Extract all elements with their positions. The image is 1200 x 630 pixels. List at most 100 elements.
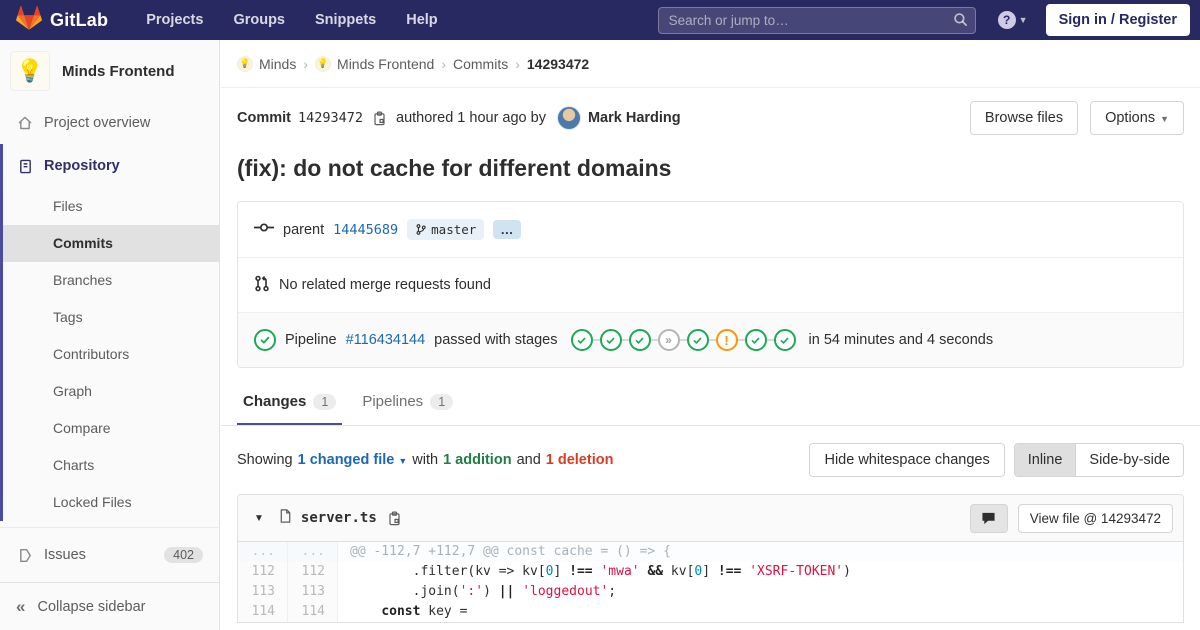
- navbar-link-projects[interactable]: Projects: [146, 12, 203, 28]
- pipeline-stage-success-icon[interactable]: [628, 329, 651, 351]
- navbar-link-snippets[interactable]: Snippets: [315, 12, 376, 28]
- file-name[interactable]: server.ts: [301, 510, 377, 526]
- sidebar-item-project-overview[interactable]: Project overview: [0, 102, 219, 144]
- file-icon: [278, 508, 293, 529]
- changed-files-dropdown[interactable]: 1 changed file ▼: [298, 452, 408, 468]
- sidebar-item-locked-files[interactable]: Locked Files: [3, 484, 219, 521]
- sidebar-item-graph[interactable]: Graph: [3, 373, 219, 410]
- tab-count-badge: 1: [430, 393, 454, 410]
- copy-sha-button[interactable]: [370, 111, 389, 126]
- options-dropdown-button[interactable]: Options ▼: [1090, 101, 1184, 135]
- view-mode-toggle: Inline Side-by-side: [1013, 443, 1184, 477]
- breadcrumb-item-commits[interactable]: Commits: [453, 56, 508, 72]
- tab-changes[interactable]: Changes 1: [237, 382, 343, 425]
- sidebar-item-commits[interactable]: Commits: [3, 225, 219, 262]
- breadcrumb-item-minds[interactable]: 💡 Minds: [237, 55, 296, 72]
- caret-down-icon: ▼: [1160, 114, 1169, 124]
- repository-subnav: Files Commits Branches Tags Contributors Grap…: [3, 188, 219, 521]
- stage-connector: [650, 339, 658, 341]
- breadcrumb-label: Commits: [452, 55, 509, 72]
- navbar-link-groups[interactable]: Groups: [233, 12, 285, 28]
- and-label: and: [516, 452, 541, 468]
- top-navbar: GitLab Projects Groups Snippets Help ? ▼ Si…: [0, 0, 1200, 40]
- project-avatar: 💡: [10, 51, 50, 91]
- sidebar-item-repository[interactable]: Repository: [3, 144, 219, 188]
- parent-label: parent: [283, 221, 325, 238]
- caret-down-icon: ▼: [398, 456, 408, 466]
- new-line-number[interactable]: ...: [288, 542, 338, 562]
- breadcrumb-item-minds-frontend[interactable]: 💡 Minds Frontend: [315, 55, 434, 72]
- sidebar-item-charts[interactable]: Charts: [3, 447, 219, 484]
- diff-line: 112 112 .filter(kv => kv[0] !== 'mwa' && …: [238, 562, 1183, 582]
- sidebar-item-files[interactable]: Files: [3, 188, 219, 225]
- sidebar-item-contributors[interactable]: Contributors: [3, 336, 219, 373]
- commit-title: (fix): do not cache for different domain…: [237, 155, 672, 181]
- pipeline-stage-skipped-icon[interactable]: »: [657, 329, 680, 351]
- search-input[interactable]: [657, 6, 976, 34]
- new-line-number[interactable]: 113: [288, 582, 338, 602]
- navbar-menu-item: Projects: [146, 11, 203, 29]
- sidebar-item-compare[interactable]: Compare: [3, 410, 219, 447]
- issues-icon: [16, 548, 34, 563]
- brand-name: GitLab: [50, 9, 109, 30]
- collapse-sidebar-button[interactable]: « Collapse sidebar: [0, 582, 219, 630]
- sidebar-item-branches[interactable]: Branches: [3, 262, 219, 299]
- help-menu[interactable]: ? ▼: [997, 11, 1028, 29]
- commit-tabs: Changes 1 Pipelines 1: [221, 368, 1200, 426]
- sidebar-item-issues[interactable]: Issues 402: [0, 534, 219, 576]
- pipeline-label: Pipeline: [285, 332, 337, 348]
- pipeline-stage-warning-icon[interactable]: !: [715, 329, 738, 351]
- diff-line-content: .join(':') || 'loggedout';: [350, 584, 617, 599]
- navbar-link-help[interactable]: Help: [406, 12, 437, 28]
- pipeline-stage-success-icon[interactable]: [599, 329, 622, 351]
- browse-files-button[interactable]: Browse files: [969, 101, 1079, 135]
- pipeline-stage-success-icon[interactable]: [744, 329, 767, 351]
- branch-icon: [416, 224, 426, 235]
- new-line-number[interactable]: 114: [288, 602, 338, 622]
- warning-glyph: !: [724, 332, 729, 348]
- copy-icon: [374, 111, 385, 125]
- breadcrumb: 💡 Minds › 💡 Minds Frontend › Commits › 14293472: [221, 40, 1200, 88]
- pipeline-id-link[interactable]: #116434144: [346, 332, 426, 348]
- hide-whitespace-button[interactable]: Hide whitespace changes: [809, 443, 1005, 477]
- inline-view-button[interactable]: Inline: [1014, 444, 1076, 476]
- tab-pipelines[interactable]: Pipelines 1: [356, 382, 459, 425]
- stage-connector: [766, 339, 774, 341]
- copy-file-path-button[interactable]: [385, 511, 404, 526]
- author-avatar[interactable]: [556, 106, 581, 130]
- project-context[interactable]: 💡 Minds Frontend: [0, 40, 219, 102]
- parent-sha-link[interactable]: 14445689: [333, 222, 398, 238]
- diff-line: 114 114 const key =: [238, 602, 1183, 622]
- sign-in-register-button[interactable]: Sign in / Register: [1045, 4, 1190, 36]
- diff-code: ...... @@ -112,7 +112,7 @@ const cache = …: [238, 542, 1183, 622]
- collapse-file-caret-icon[interactable]: ▼: [248, 513, 270, 524]
- home-icon: [16, 115, 34, 131]
- view-file-button[interactable]: View file @ 14293472: [1017, 503, 1173, 533]
- gitlab-logo[interactable]: GitLab: [16, 5, 108, 36]
- diff-line-content: @@ -112,7 +112,7 @@ const cache = () => …: [338, 542, 1183, 562]
- pipeline-status-icon[interactable]: [254, 329, 276, 351]
- authored-text: authored 1 hour ago by: [396, 110, 546, 126]
- old-line-number[interactable]: 114: [238, 602, 288, 622]
- side-by-side-view-button[interactable]: Side-by-side: [1075, 444, 1183, 476]
- toggle-comments-button[interactable]: [969, 503, 1008, 533]
- old-line-number[interactable]: ...: [238, 542, 288, 562]
- author-name[interactable]: Mark Harding: [588, 110, 681, 126]
- sidebar-item-tags[interactable]: Tags: [3, 299, 219, 336]
- pipeline-stage-success-icon[interactable]: [773, 329, 796, 351]
- pipeline-stage-success-icon[interactable]: [686, 329, 709, 351]
- stage-connector: [592, 339, 600, 341]
- old-line-number[interactable]: 113: [238, 582, 288, 602]
- stage-connector: [737, 339, 745, 341]
- copy-icon: [389, 511, 400, 525]
- stage-connector: [621, 339, 629, 341]
- expand-refs-button[interactable]: …: [493, 220, 522, 239]
- diff-line: ...... @@ -112,7 +112,7 @@ const cache = …: [238, 542, 1183, 562]
- pipeline-stage-success-icon[interactable]: [570, 329, 593, 351]
- issues-count-badge: 402: [164, 547, 203, 563]
- old-line-number[interactable]: 112: [238, 562, 288, 582]
- branch-badge[interactable]: master: [407, 219, 485, 240]
- breadcrumb-item-14293472[interactable]: 14293472: [527, 56, 589, 72]
- search-icon[interactable]: [953, 12, 968, 32]
- new-line-number[interactable]: 112: [288, 562, 338, 582]
